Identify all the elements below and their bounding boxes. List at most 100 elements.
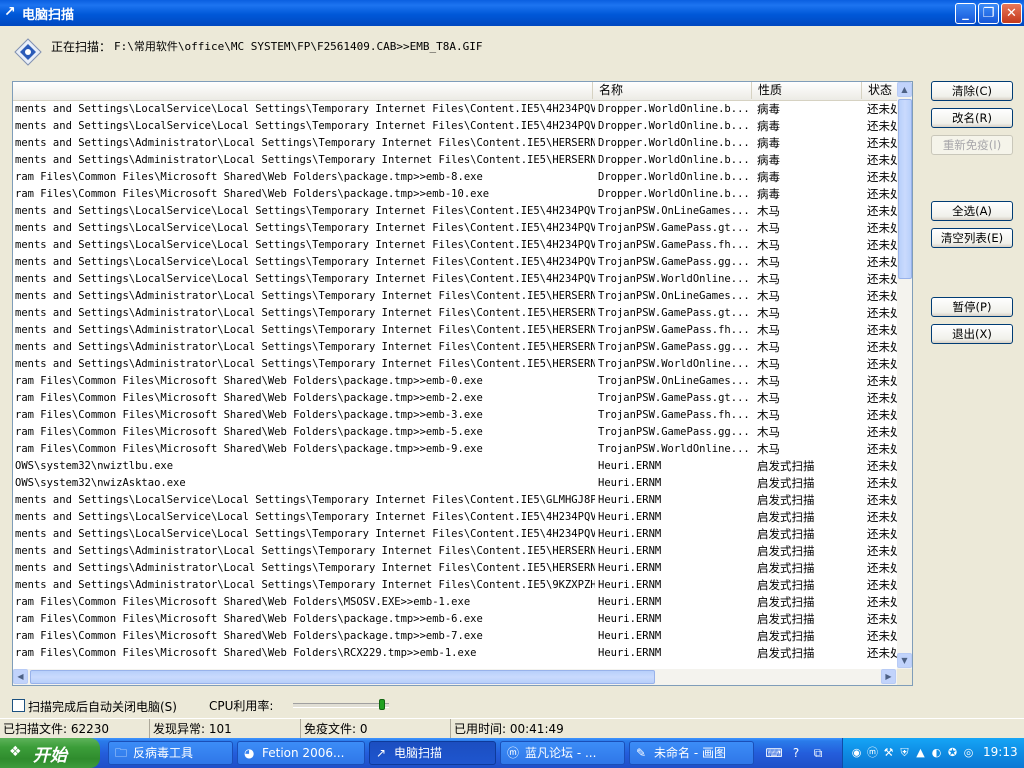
exit-button[interactable]: 退出(X) bbox=[931, 324, 1013, 344]
vertical-scroll-thumb[interactable] bbox=[898, 99, 912, 279]
row-path: ments and Settings\Administrator\Local S… bbox=[15, 324, 595, 336]
table-row[interactable]: ments and Settings\LocalService\Local Se… bbox=[13, 492, 899, 509]
firewall-icon[interactable]: ▲ bbox=[913, 745, 928, 760]
task-paint[interactable]: ✎ 未命名 - 画图 bbox=[629, 741, 754, 765]
qq-icon[interactable]: ◉ bbox=[849, 745, 864, 760]
table-row[interactable]: ram Files\Common Files\Microsoft Shared\… bbox=[13, 424, 899, 441]
scroll-left-icon[interactable]: ◀ bbox=[13, 669, 28, 684]
vertical-scrollbar[interactable]: ▲ ▼ bbox=[897, 82, 912, 669]
table-row[interactable]: ram Files\Common Files\Microsoft Shared\… bbox=[13, 611, 899, 628]
table-row[interactable]: OWS\system32\nwiztlbu.exe Heuri.ERNM 启发式扫描… bbox=[13, 458, 899, 475]
clear-button[interactable]: 清除(C) bbox=[931, 81, 1013, 101]
row-path: ments and Settings\LocalService\Local Se… bbox=[15, 222, 595, 234]
threat-list[interactable]: 名称 性质 状态 ments and Settings\LocalService… bbox=[12, 81, 913, 686]
table-row[interactable]: ments and Settings\LocalService\Local Se… bbox=[13, 101, 899, 118]
table-row[interactable]: ram Files\Common Files\Microsoft Shared\… bbox=[13, 441, 899, 458]
table-row[interactable]: ram Files\Common Files\Microsoft Shared\… bbox=[13, 645, 899, 662]
table-row[interactable]: ments and Settings\Administrator\Local S… bbox=[13, 577, 899, 594]
row-type: 病毒 bbox=[757, 119, 780, 133]
row-status: 还未处理 bbox=[867, 629, 899, 643]
row-status: 还未处理 bbox=[867, 323, 899, 337]
window-switch-icon[interactable]: ⧉ bbox=[809, 744, 827, 762]
table-row[interactable]: ram Files\Common Files\Microsoft Shared\… bbox=[13, 390, 899, 407]
column-path[interactable] bbox=[13, 82, 593, 99]
task-pc-scan[interactable]: ↗ 电脑扫描 bbox=[369, 741, 496, 765]
row-status: 还未处理 bbox=[867, 578, 899, 592]
start-button[interactable]: ❖ 开始 bbox=[0, 738, 100, 768]
column-name[interactable]: 名称 bbox=[593, 82, 752, 99]
row-name: Heuri.ERNM bbox=[598, 613, 662, 625]
row-type: 木马 bbox=[757, 306, 780, 320]
minimize-button[interactable]: _ bbox=[955, 3, 976, 24]
table-row[interactable]: ram Files\Common Files\Microsoft Shared\… bbox=[13, 373, 899, 390]
antivirus-icon[interactable]: ✪ bbox=[945, 745, 960, 760]
table-row[interactable]: ments and Settings\LocalService\Local Se… bbox=[13, 118, 899, 135]
auto-shutdown-checkbox[interactable] bbox=[12, 699, 25, 712]
keyboard-icon[interactable]: ⌨ bbox=[765, 744, 783, 762]
row-status: 还未处理 bbox=[867, 170, 899, 184]
help-icon[interactable]: ? bbox=[787, 744, 805, 762]
msn-icon[interactable]: ⓜ bbox=[865, 745, 880, 760]
task-forum-browser[interactable]: ⓜ 蓝凡论坛 - ... bbox=[500, 741, 625, 765]
close-button[interactable]: ✕ bbox=[1001, 3, 1022, 24]
table-row[interactable]: ments and Settings\Administrator\Local S… bbox=[13, 339, 899, 356]
table-row[interactable]: ments and Settings\Administrator\Local S… bbox=[13, 322, 899, 339]
cpu-usage-slider[interactable] bbox=[293, 703, 389, 708]
row-type: 木马 bbox=[757, 323, 780, 337]
scroll-right-icon[interactable]: ▶ bbox=[881, 669, 896, 684]
rename-button[interactable]: 改名(R) bbox=[931, 108, 1013, 128]
network-icon[interactable]: ◐ bbox=[929, 745, 944, 760]
table-row[interactable]: ram Files\Common Files\Microsoft Shared\… bbox=[13, 407, 899, 424]
table-row[interactable]: ments and Settings\LocalService\Local Se… bbox=[13, 509, 899, 526]
shield-icon[interactable]: ⛨ bbox=[897, 745, 912, 760]
volume-icon[interactable]: ◎ bbox=[961, 745, 976, 760]
select-all-button[interactable]: 全选(A) bbox=[931, 201, 1013, 221]
row-status: 还未处理 bbox=[867, 102, 899, 116]
table-row[interactable]: ments and Settings\Administrator\Local S… bbox=[13, 152, 899, 169]
table-row[interactable]: ments and Settings\Administrator\Local S… bbox=[13, 356, 899, 373]
table-row[interactable]: ram Files\Common Files\Microsoft Shared\… bbox=[13, 169, 899, 186]
column-status[interactable]: 状态 bbox=[862, 82, 902, 99]
row-name: Heuri.ERNM bbox=[598, 545, 662, 557]
table-row[interactable]: ments and Settings\LocalService\Local Se… bbox=[13, 237, 899, 254]
table-row[interactable]: OWS\system32\nwizAsktao.exe Heuri.ERNM 启发式… bbox=[13, 475, 899, 492]
table-row[interactable]: ments and Settings\LocalService\Local Se… bbox=[13, 203, 899, 220]
row-status: 还未处理 bbox=[867, 561, 899, 575]
horizontal-scrollbar[interactable]: ◀ ▶ bbox=[13, 669, 897, 685]
row-path: ments and Settings\Administrator\Local S… bbox=[15, 290, 595, 302]
scroll-up-icon[interactable]: ▲ bbox=[897, 82, 912, 97]
row-name: TrojanPSW.GamePass.fh... bbox=[598, 409, 748, 421]
table-row[interactable]: ments and Settings\Administrator\Local S… bbox=[13, 305, 899, 322]
reimmune-button[interactable]: 重新免疫(I) bbox=[931, 135, 1013, 155]
title-bar[interactable]: ↗ 电脑扫描 _ ❐ ✕ bbox=[0, 0, 1024, 26]
status-bar: 已扫描文件: 62230 发现异常: 101 免疫文件: 0 已用时间: 00:… bbox=[0, 718, 1024, 739]
scroll-down-icon[interactable]: ▼ bbox=[897, 653, 912, 668]
horizontal-scroll-thumb[interactable] bbox=[30, 670, 655, 684]
table-row[interactable]: ments and Settings\Administrator\Local S… bbox=[13, 288, 899, 305]
pause-button[interactable]: 暂停(P) bbox=[931, 297, 1013, 317]
cpu-slider-thumb[interactable] bbox=[378, 699, 385, 710]
task-fetion[interactable]: ◕ Fetion 2006... bbox=[237, 741, 365, 765]
row-name: Dropper.WorldOnline.b... bbox=[598, 120, 748, 132]
table-row[interactable]: ments and Settings\Administrator\Local S… bbox=[13, 543, 899, 560]
task-antivirus-tools[interactable]: 🗀 反病毒工具 bbox=[108, 741, 233, 765]
table-row[interactable]: ram Files\Common Files\Microsoft Shared\… bbox=[13, 628, 899, 645]
row-path: ments and Settings\LocalService\Local Se… bbox=[15, 494, 595, 506]
table-row[interactable]: ments and Settings\Administrator\Local S… bbox=[13, 135, 899, 152]
clear-list-button[interactable]: 清空列表(E) bbox=[931, 228, 1013, 248]
table-row[interactable]: ments and Settings\LocalService\Local Se… bbox=[13, 526, 899, 543]
auto-shutdown-label[interactable]: 扫描完成后自动关闭电脑(S) bbox=[28, 698, 177, 715]
table-row[interactable]: ram Files\Common Files\Microsoft Shared\… bbox=[13, 594, 899, 611]
row-name: TrojanPSW.GamePass.gg... bbox=[598, 426, 748, 438]
table-row[interactable]: ments and Settings\LocalService\Local Se… bbox=[13, 220, 899, 237]
scanning-path: F:\常用软件\office\MC SYSTEM\FP\F2561409.CAB… bbox=[114, 40, 483, 53]
table-row[interactable]: ram Files\Common Files\Microsoft Shared\… bbox=[13, 186, 899, 203]
column-type[interactable]: 性质 bbox=[752, 82, 862, 99]
maximize-button[interactable]: ❐ bbox=[978, 3, 999, 24]
tool-icon[interactable]: ⚒ bbox=[881, 745, 896, 760]
table-row[interactable]: ments and Settings\LocalService\Local Se… bbox=[13, 271, 899, 288]
scrollbar-corner bbox=[897, 669, 912, 685]
table-row[interactable]: ments and Settings\LocalService\Local Se… bbox=[13, 254, 899, 271]
row-path: ram Files\Common Files\Microsoft Shared\… bbox=[15, 188, 490, 200]
table-row[interactable]: ments and Settings\Administrator\Local S… bbox=[13, 560, 899, 577]
